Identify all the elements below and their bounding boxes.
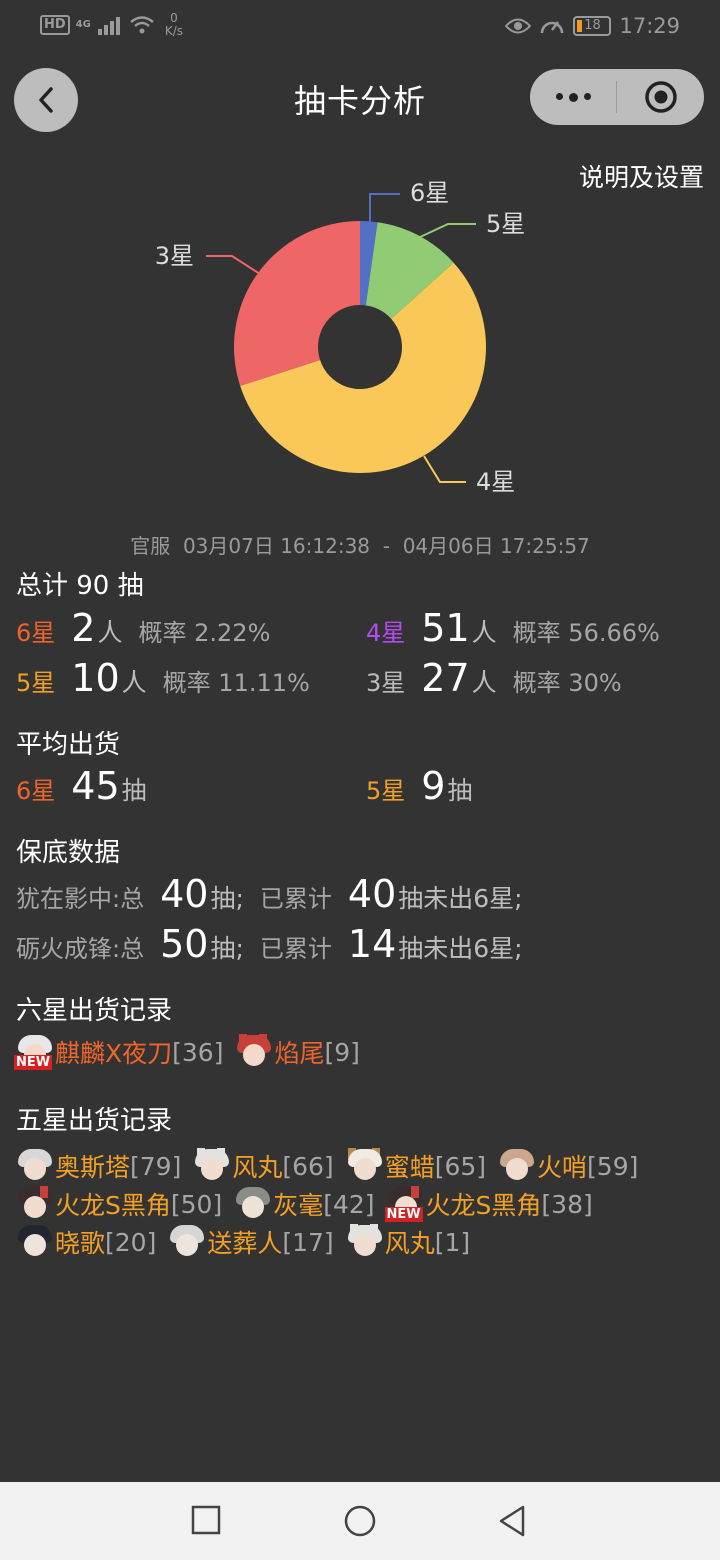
slice-label: 3星 — [155, 242, 194, 270]
five-star-records-line: 奥斯塔 [79] 风丸 [66] 蜜蜡 [65] 火哨 [59] — [14, 1148, 648, 1184]
operator-avatar — [14, 1186, 54, 1222]
operator-avatar — [191, 1148, 231, 1184]
operator-avatar — [14, 1148, 54, 1184]
pity-row: 砺火成锋:总 50 抽; 已累计 14 抽未出6星; — [16, 922, 523, 966]
operator-pull-count: [65] — [434, 1151, 487, 1181]
wifi-icon — [130, 16, 154, 34]
operator-pull-count: [59] — [587, 1151, 639, 1181]
operator-name: 火龙S黑角 — [425, 1191, 542, 1220]
operator-name: 蜜蜡 — [384, 1153, 435, 1182]
operator-name: 送葬人 — [207, 1229, 283, 1258]
range-end: 04月06日 17:25:57 — [402, 534, 590, 558]
average-5star: 5星 9 抽 — [366, 764, 473, 808]
operator-avatar: NEW — [384, 1186, 425, 1222]
five-star-records-line: 晓歌 [20] 送葬人 [17] 风丸 [1] — [14, 1224, 480, 1260]
operator-name: 火哨 — [537, 1153, 588, 1182]
home-button[interactable] — [343, 1504, 377, 1538]
battery-icon: 18 — [573, 16, 612, 36]
pity-row: 犹在影中:总 40 抽; 已累计 40 抽未出6星; — [16, 872, 523, 916]
target-icon — [644, 81, 677, 113]
operator-avatar — [232, 1186, 272, 1222]
operator-pull-count: [1] — [434, 1227, 471, 1257]
stat-5star: 5星 10 人 概率 11.11% — [16, 656, 310, 700]
leader-line — [206, 255, 261, 275]
hd-icon: HD — [40, 15, 70, 35]
leader-line — [417, 223, 476, 239]
operator-name: 灰毫 — [273, 1191, 324, 1220]
six-star-record-title: 六星出货记录 — [16, 996, 173, 1026]
operator-name: 焰尾 — [274, 1039, 325, 1068]
leader-line — [369, 193, 400, 224]
star-distribution-chart: 6星 5星 4星 3星 — [155, 179, 526, 496]
operator-name: 火龙S黑角 — [55, 1191, 171, 1220]
more-button[interactable] — [530, 92, 616, 102]
pity-title: 保底数据 — [16, 838, 121, 868]
operator-avatar — [344, 1224, 384, 1260]
operator-name: 晓歌 — [55, 1229, 106, 1258]
new-badge: NEW — [384, 1207, 423, 1222]
stat-3star: 3星 27 人 概率 30% — [366, 656, 622, 700]
new-badge: NEW — [14, 1055, 53, 1070]
operator-avatar — [496, 1148, 536, 1184]
more-icon — [555, 92, 563, 100]
operator-pull-count: [17] — [282, 1227, 334, 1257]
operator-pull-count: [66] — [282, 1151, 334, 1181]
operator-pull-count: [38] — [541, 1189, 593, 1219]
system-navigation-bar — [0, 1482, 720, 1560]
leader-line — [423, 455, 466, 483]
server-label: 官服 — [130, 534, 171, 558]
slice-label: 4星 — [476, 468, 515, 496]
average-title: 平均出货 — [16, 730, 121, 760]
slice-label: 5星 — [486, 210, 525, 238]
mini-program-capsule — [530, 69, 704, 125]
operator-name: 风丸 — [232, 1153, 283, 1182]
signal-icon — [97, 17, 120, 35]
total-pulls: 总计 90 抽 — [16, 571, 144, 601]
operator-pull-count: [9] — [324, 1037, 360, 1067]
pie-slice-4[interactable] — [234, 221, 360, 386]
operator-avatar — [344, 1148, 384, 1184]
net-speed: 0 K/s — [164, 11, 184, 38]
operator-pull-count: [50] — [170, 1189, 223, 1219]
six-star-records: NEW 麒麟X夜刀 [36] 焰尾 [9] — [14, 1034, 370, 1070]
range-start: 03月07日 16:12:38 — [182, 534, 371, 558]
date-range: 官服 03月07日 16:12:38 - 04月06日 17:25:57 — [130, 534, 590, 558]
five-star-records-line: 火龙S黑角 [50] 灰毫 [42] NEW 火龙S黑角 [38] — [14, 1186, 603, 1222]
back-nav-button[interactable] — [496, 1504, 528, 1538]
operator-avatar — [233, 1034, 273, 1070]
operator-name: 奥斯塔 — [55, 1153, 131, 1182]
average-6star: 6星 45 抽 — [16, 764, 147, 808]
operator-name: 麒麟X夜刀 — [55, 1039, 173, 1068]
operator-avatar — [166, 1224, 206, 1260]
operator-pull-count: [20] — [105, 1227, 157, 1257]
operator-avatar — [14, 1224, 54, 1260]
close-mini-program-button[interactable] — [617, 80, 704, 114]
recent-apps-button[interactable] — [190, 1504, 222, 1536]
five-star-record-title: 五星出货记录 — [16, 1106, 173, 1136]
network-type: 4G — [75, 19, 91, 30]
stat-4star: 4星 51 人 概率 56.66% — [366, 606, 660, 650]
operator-pull-count: [36] — [172, 1037, 224, 1067]
clock: 17:29 — [619, 14, 680, 38]
speedometer-icon — [541, 21, 564, 34]
slice-label: 6星 — [410, 179, 449, 207]
operator-pull-count: [79] — [130, 1151, 182, 1181]
eye-icon — [505, 18, 532, 34]
stat-6star: 6星 2 人 概率 2.22% — [16, 606, 271, 650]
status-bar: HD 4G 0 K/s 18 17:29 — [0, 0, 720, 56]
operator-avatar: NEW — [14, 1034, 54, 1070]
operator-pull-count: [42] — [323, 1189, 375, 1219]
operator-name: 风丸 — [384, 1229, 435, 1258]
